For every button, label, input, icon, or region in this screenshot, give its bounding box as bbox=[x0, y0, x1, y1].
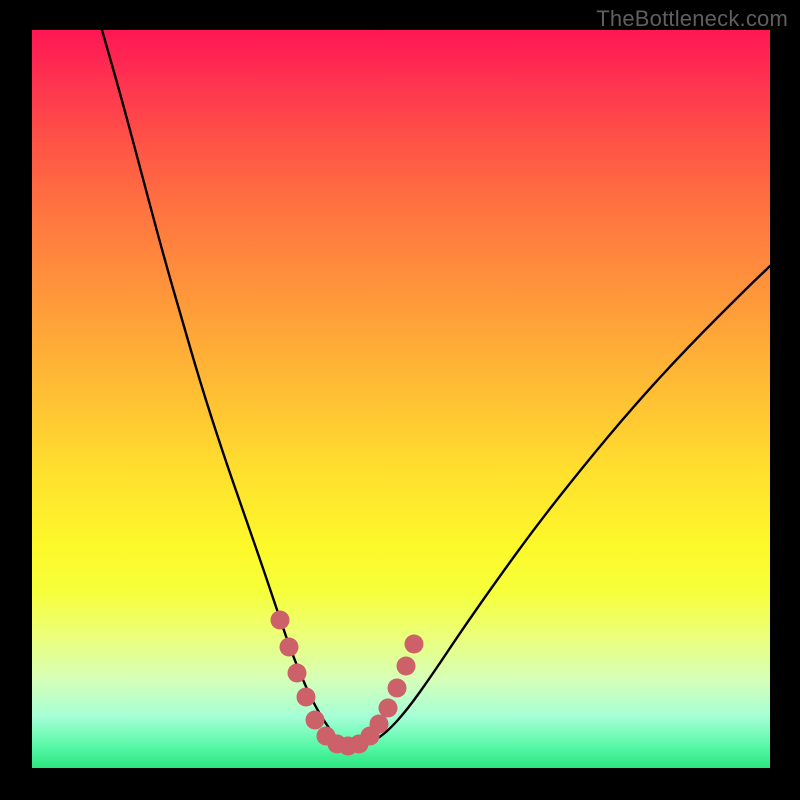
marker-dot bbox=[288, 664, 307, 683]
marker-dot bbox=[405, 635, 424, 654]
marker-dot bbox=[280, 638, 299, 657]
highlight-dots bbox=[271, 611, 424, 756]
bottleneck-curve bbox=[102, 30, 770, 746]
marker-dot bbox=[397, 657, 416, 676]
marker-dot bbox=[379, 699, 398, 718]
marker-dot bbox=[271, 611, 290, 630]
marker-dot bbox=[297, 688, 316, 707]
watermark-text: TheBottleneck.com bbox=[596, 6, 788, 32]
marker-dot bbox=[370, 715, 389, 734]
marker-dot bbox=[388, 679, 407, 698]
chart-svg bbox=[32, 30, 770, 768]
chart-area bbox=[32, 30, 770, 768]
marker-dot bbox=[306, 711, 325, 730]
